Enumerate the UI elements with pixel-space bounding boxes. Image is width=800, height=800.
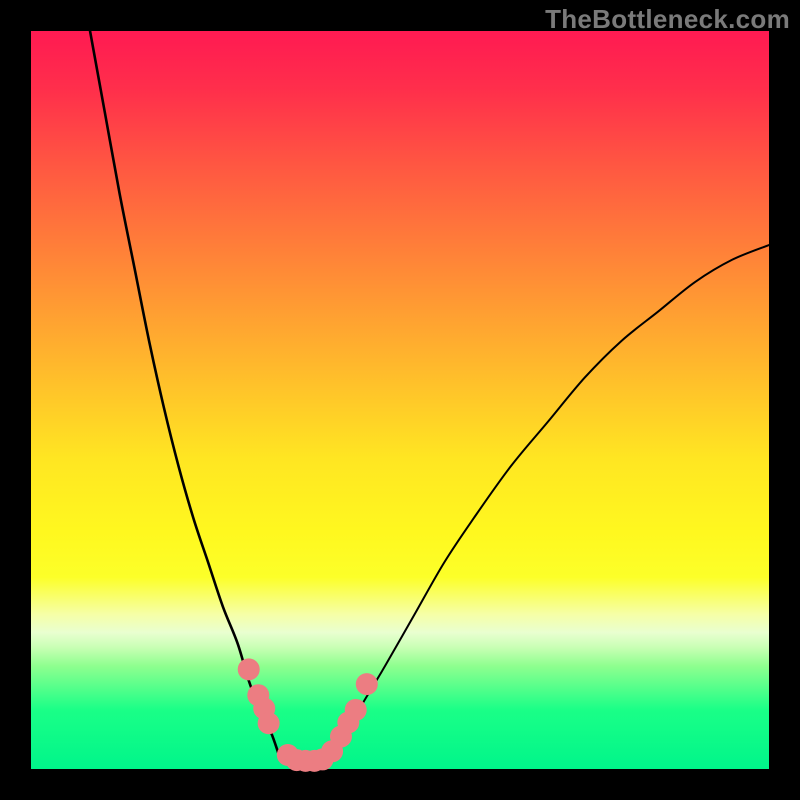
chart-svg — [31, 31, 769, 769]
data-marker — [345, 699, 367, 721]
data-marker — [356, 673, 378, 695]
data-marker — [238, 658, 260, 680]
chart-frame: TheBottleneck.com — [0, 0, 800, 800]
data-marker — [258, 712, 280, 734]
watermark-text: TheBottleneck.com — [545, 4, 790, 35]
curve-right-branch — [334, 245, 769, 753]
marker-group — [238, 658, 378, 772]
curve-left-branch — [90, 31, 278, 753]
